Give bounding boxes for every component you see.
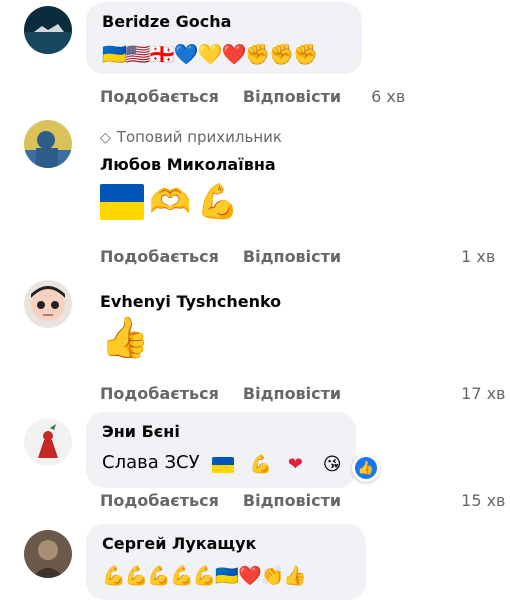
flexed-biceps-icon: 💪	[249, 454, 273, 475]
timestamp[interactable]: 6 хв	[371, 87, 405, 106]
like-button[interactable]: Подобається	[100, 87, 219, 106]
comment-emojis: 💪 ❤ 😘	[212, 454, 341, 475]
comment-1: Beridze Gocha 🇺🇦🇺🇸🇬🇪💙💛❤️✊✊✊ Подобається …	[0, 0, 510, 110]
flexed-biceps-icon: 💪	[196, 182, 239, 222]
ukraine-flag-icon	[100, 184, 144, 220]
reply-button[interactable]: Відповісти	[243, 491, 341, 510]
diamond-icon: ◇	[100, 130, 111, 146]
reply-button[interactable]: Відповісти	[243, 87, 341, 106]
comment-bubble: Сергей Лукащук 💪💪💪💪💪🇺🇦❤️👏👍	[86, 524, 366, 600]
ukraine-flag-icon	[212, 457, 234, 473]
heart-icon: ❤	[287, 454, 303, 475]
top-fan-badge: ◇ Топовий прихильник	[100, 128, 282, 146]
avatar[interactable]	[24, 530, 72, 578]
avatar[interactable]	[24, 280, 72, 328]
comment-bubble: Эни Бєні Слава ЗСУ 💪 ❤ 😘	[86, 412, 356, 488]
avatar[interactable]	[24, 120, 72, 168]
comment-emojis: 🇺🇦🇺🇸🇬🇪💙💛❤️✊✊✊	[102, 42, 318, 66]
avatar[interactable]	[24, 6, 72, 54]
comment-text: Слава ЗСУ	[102, 452, 200, 473]
comment-bubble: Beridze Gocha 🇺🇦🇺🇸🇬🇪💙💛❤️✊✊✊	[86, 2, 362, 74]
comment-actions: Подобається Відповісти 1 хв	[100, 247, 495, 266]
comment-actions: Подобається Відповісти 6 хв	[100, 87, 405, 106]
timestamp[interactable]: 15 хв	[461, 491, 505, 510]
author-name[interactable]: Evhenyi Tyshchenko	[100, 292, 281, 311]
comment-emojis: 💪💪💪💪💪🇺🇦❤️👏👍	[102, 565, 307, 587]
badge-label: Топовий прихильник	[116, 128, 282, 146]
timestamp[interactable]: 1 хв	[461, 247, 495, 266]
author-name[interactable]: Сергей Лукащук	[102, 534, 256, 553]
heart-hands-icon: 🫶	[149, 182, 192, 222]
reply-button[interactable]: Відповісти	[243, 384, 341, 403]
reaction-badge[interactable]: 👍	[352, 454, 380, 482]
avatar[interactable]	[24, 418, 72, 466]
kissing-face-icon: 😘	[322, 454, 342, 475]
comment-actions: Подобається Відповісти 15 хв	[100, 491, 505, 510]
timestamp[interactable]: 17 хв	[461, 384, 505, 403]
reply-button[interactable]: Відповісти	[243, 247, 341, 266]
thumbs-up-icon: 👍	[355, 457, 377, 479]
comment-emojis: 🫶 💪	[100, 182, 239, 222]
author-name[interactable]: Любов Миколаївна	[100, 155, 276, 174]
author-name[interactable]: Beridze Gocha	[102, 12, 231, 31]
comment-actions: Подобається Відповісти 17 хв	[100, 384, 505, 403]
comment-emojis: 👍	[100, 315, 150, 361]
like-button[interactable]: Подобається	[100, 384, 219, 403]
like-button[interactable]: Подобається	[100, 491, 219, 510]
like-button[interactable]: Подобається	[100, 247, 219, 266]
author-name[interactable]: Эни Бєні	[102, 422, 180, 441]
